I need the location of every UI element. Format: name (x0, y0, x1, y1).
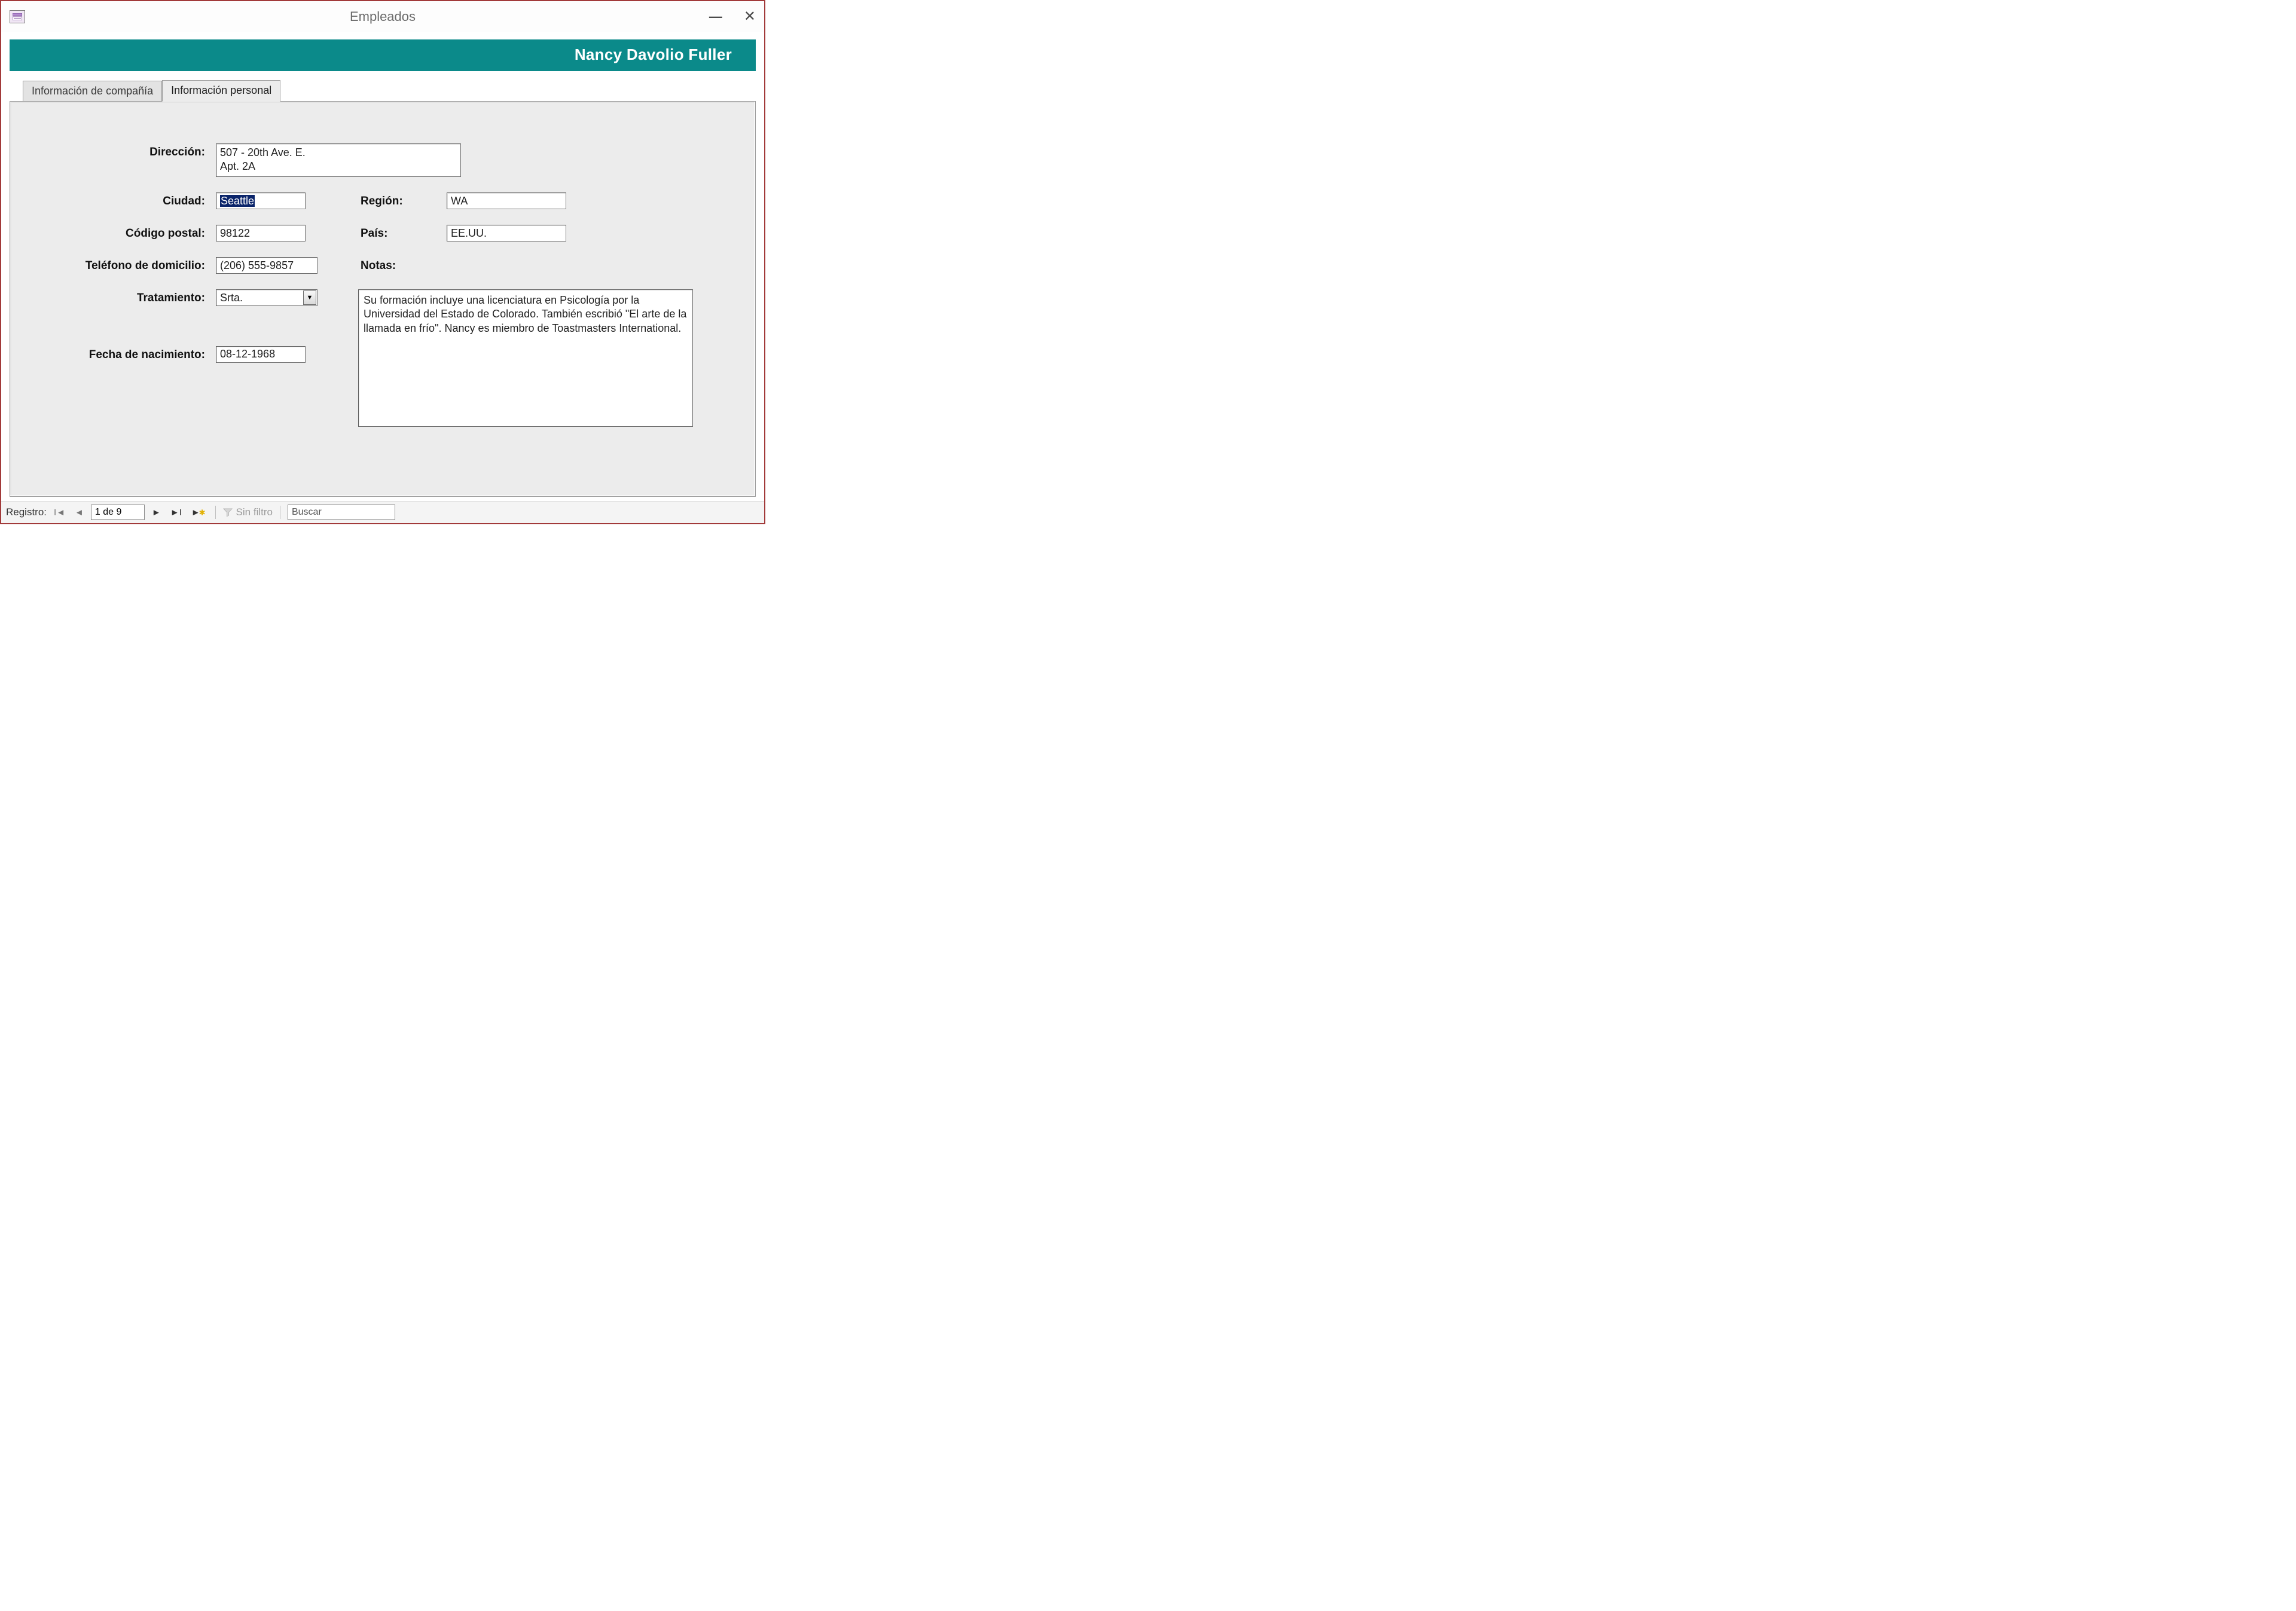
next-record-button[interactable]: ► (149, 506, 163, 519)
label-notes: Notas: (358, 257, 436, 273)
record-label: Registro: (6, 506, 47, 518)
filter-indicator[interactable]: Sin filtro (223, 506, 273, 518)
region-field[interactable] (447, 192, 566, 209)
tab-label: Información personal (171, 84, 271, 96)
chevron-down-icon[interactable]: ▼ (303, 291, 316, 305)
label-city: Ciudad: (32, 192, 205, 208)
form-system-icon[interactable] (10, 10, 25, 23)
filter-label: Sin filtro (236, 506, 273, 518)
prev-record-button[interactable]: ◄ (72, 506, 86, 519)
label-home-phone: Teléfono de domicilio: (32, 257, 205, 273)
title-of-courtesy-field[interactable] (216, 289, 317, 306)
tab-container: Información de compañía Información pers… (10, 80, 756, 497)
tab-company-info[interactable]: Información de compañía (23, 81, 162, 102)
tab-label: Información de compañía (32, 85, 153, 97)
close-button[interactable]: ✕ (744, 10, 756, 24)
label-region: Región: (358, 192, 436, 208)
notes-field[interactable] (358, 289, 693, 427)
form-window: Empleados — ✕ Nancy Davolio Fuller Infor… (0, 0, 765, 524)
record-navigation-bar: Registro: I◄ ◄ ► ►I ►✱ Sin filtro (1, 502, 764, 523)
window-controls: — ✕ (709, 10, 756, 24)
address-field[interactable] (216, 143, 461, 177)
home-phone-field[interactable] (216, 257, 317, 274)
first-record-button[interactable]: I◄ (51, 506, 68, 519)
title-bar: Empleados — ✕ (1, 1, 764, 32)
record-position-field[interactable] (91, 505, 145, 520)
form-content: Nancy Davolio Fuller Información de comp… (1, 32, 764, 502)
window-title: Empleados (1, 9, 764, 25)
new-record-button[interactable]: ►✱ (189, 506, 208, 519)
tab-strip: Información de compañía Información pers… (23, 80, 756, 101)
title-of-courtesy-combo[interactable]: ▼ (216, 289, 317, 306)
label-birth-date: Fecha de nacimiento: (32, 346, 205, 362)
label-country: País: (358, 225, 436, 240)
postal-field[interactable] (216, 225, 306, 242)
minimize-button[interactable]: — (709, 10, 722, 23)
label-postal: Código postal: (32, 225, 205, 240)
last-record-button[interactable]: ►I (168, 506, 184, 519)
label-title-of-courtesy: Tratamiento: (32, 289, 205, 305)
header-banner: Nancy Davolio Fuller (10, 39, 756, 71)
country-field[interactable] (447, 225, 566, 242)
header-person-name: Nancy Davolio Fuller (575, 45, 732, 63)
funnel-icon (223, 508, 233, 517)
label-address: Dirección: (32, 143, 205, 159)
separator (215, 506, 216, 519)
birth-date-field[interactable] (216, 346, 306, 363)
search-field[interactable] (288, 505, 395, 520)
tab-personal-info[interactable]: Información personal (162, 80, 280, 102)
tab-panel-personal: Dirección: Ciudad: Seattle Región: Códig… (10, 101, 756, 497)
city-field[interactable]: Seattle (216, 192, 306, 209)
